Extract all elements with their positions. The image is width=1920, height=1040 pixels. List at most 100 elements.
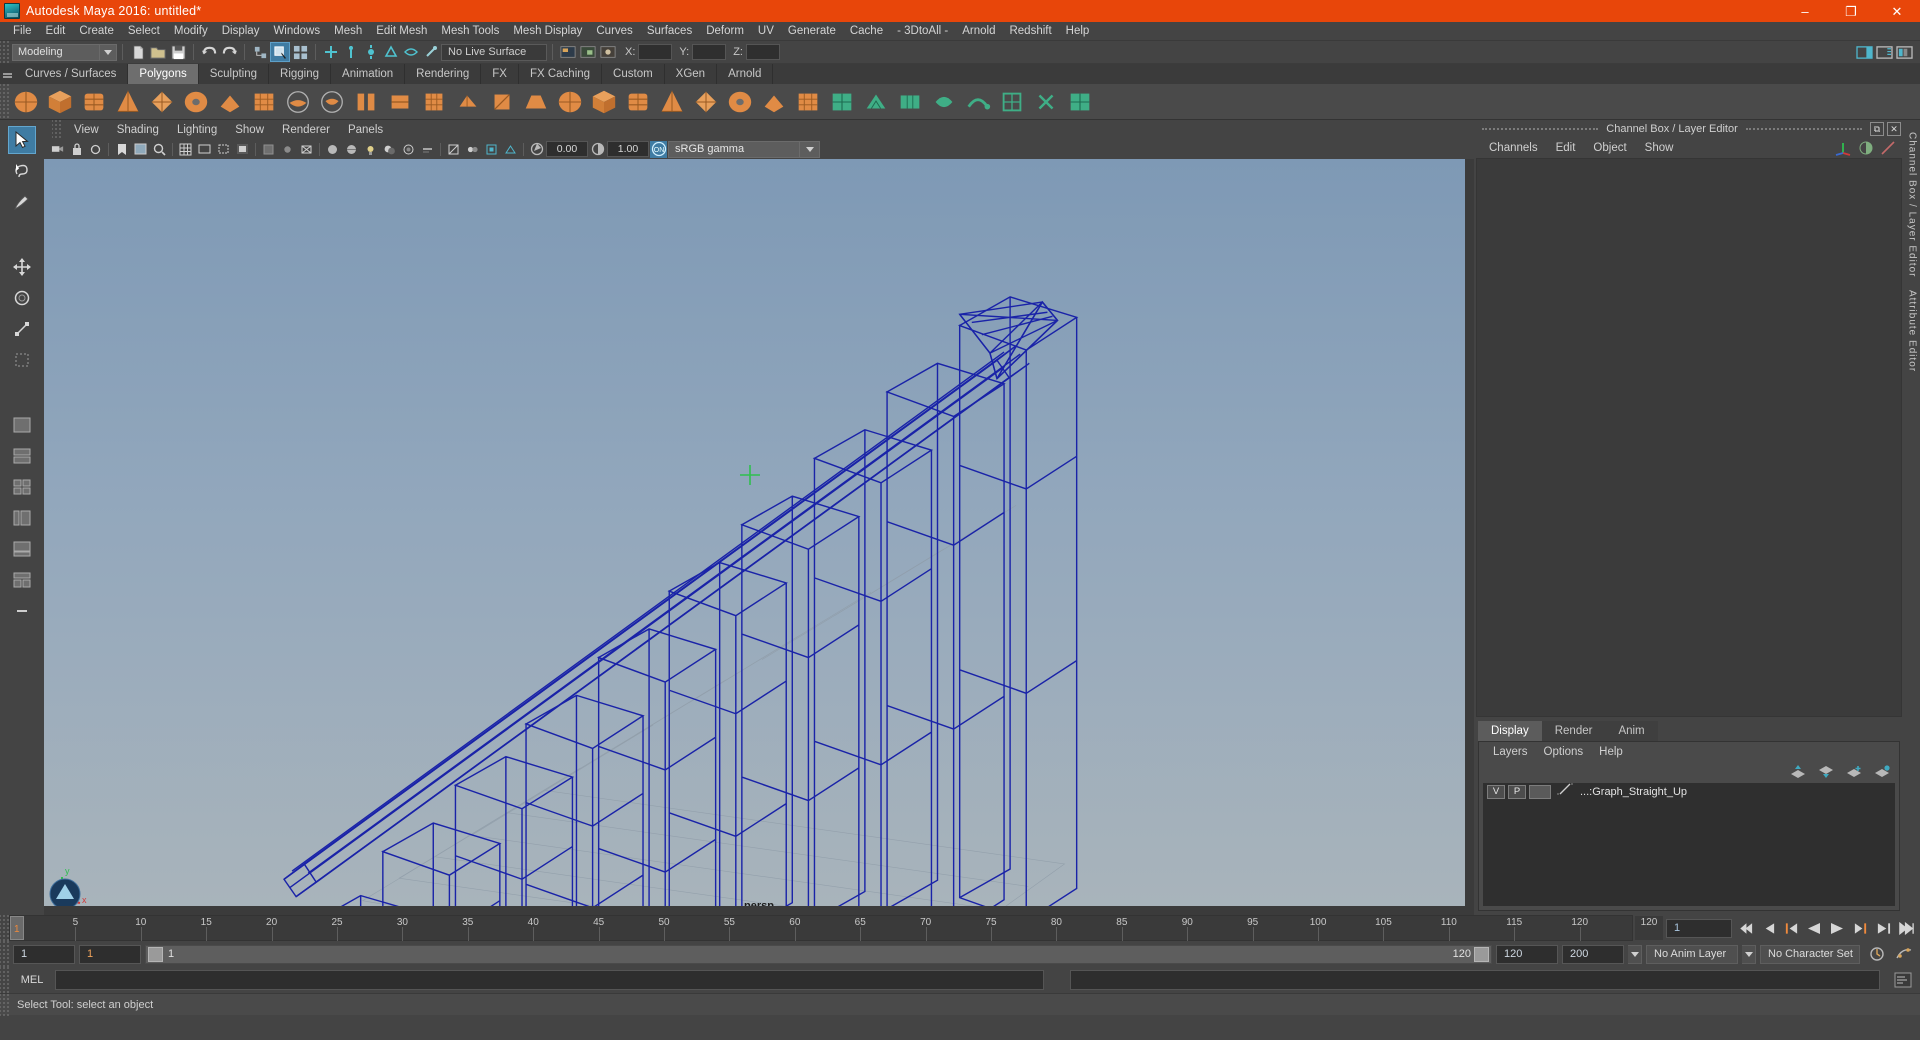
motion-blur-icon[interactable] <box>419 141 436 158</box>
current-frame-field[interactable]: 1 <box>1666 918 1732 938</box>
x-field[interactable] <box>638 44 673 60</box>
play-forwards-icon[interactable] <box>1827 918 1847 938</box>
channel-box-content[interactable] <box>1476 158 1902 717</box>
separate-icon[interactable] <box>385 87 415 117</box>
menu-item-uv[interactable]: UV <box>751 22 781 41</box>
boolean-union-icon[interactable] <box>283 87 313 117</box>
viewport-menu-grip[interactable] <box>52 120 61 139</box>
channelbox-menu-object[interactable]: Object <box>1584 142 1635 154</box>
smooth-shade-textured-icon[interactable] <box>343 141 360 158</box>
range-slider-grip[interactable] <box>0 941 9 967</box>
ipr-render-icon[interactable] <box>578 42 598 62</box>
depth-of-field-icon[interactable] <box>464 141 481 158</box>
menu-item-select[interactable]: Select <box>121 22 167 41</box>
poly-cylinder-icon[interactable] <box>79 87 109 117</box>
chevron-down-icon[interactable] <box>100 43 117 61</box>
anim-end-field[interactable]: 120 <box>1496 944 1558 964</box>
redo-icon[interactable] <box>219 42 239 62</box>
layer-list[interactable]: V P ...:Graph_Straight_Up <box>1483 783 1895 906</box>
move-layer-up-icon[interactable] <box>1789 765 1807 779</box>
layout-two-stacked-button[interactable] <box>8 442 36 470</box>
layout-single-button[interactable] <box>8 411 36 439</box>
maximize-button[interactable]: ❐ <box>1828 0 1874 22</box>
shelf-tab-fx[interactable]: FX <box>481 64 519 84</box>
color-management-toggle-icon[interactable]: ON <box>650 140 667 158</box>
layer-tab-anim[interactable]: Anim <box>1605 721 1658 741</box>
anim-start-field[interactable]: 1 <box>79 944 141 964</box>
snap-curve-icon[interactable] <box>341 42 361 62</box>
shelf-tab-arnold[interactable]: Arnold <box>717 64 774 84</box>
use-all-lights-icon[interactable] <box>362 141 379 158</box>
select-tool-button[interactable] <box>8 126 36 154</box>
shelf-tab-xgen[interactable]: XGen <box>665 64 718 84</box>
current-time-indicator[interactable]: 1 <box>10 916 24 940</box>
command-input[interactable] <box>55 970 1044 990</box>
menu-item-windows[interactable]: Windows <box>266 22 327 41</box>
poly-cube-icon[interactable] <box>45 87 75 117</box>
menu-item-create[interactable]: Create <box>72 22 121 41</box>
layer-menu-options[interactable]: Options <box>1536 746 1592 758</box>
menu-item-deform[interactable]: Deform <box>699 22 751 41</box>
range-handle-right[interactable] <box>1474 946 1489 962</box>
move-layer-down-icon[interactable] <box>1817 765 1835 779</box>
chevron-down-icon[interactable] <box>1628 944 1642 964</box>
character-set-select[interactable]: No Character Set <box>1760 944 1860 964</box>
step-back-key-icon[interactable] <box>1758 918 1778 938</box>
live-surface-field[interactable]: No Live Surface <box>441 43 547 61</box>
chevron-down-icon[interactable] <box>800 140 820 158</box>
shelf-tab-rendering[interactable]: Rendering <box>405 64 482 84</box>
menu-item-generate[interactable]: Generate <box>781 22 843 41</box>
select-hierarchy-icon[interactable] <box>250 42 270 62</box>
snap-projected-icon[interactable] <box>381 42 401 62</box>
shadows-icon[interactable] <box>381 141 398 158</box>
poke-icon[interactable] <box>623 87 653 117</box>
multisample-icon[interactable] <box>445 141 462 158</box>
range-start-field[interactable]: 1 <box>13 944 75 964</box>
side-tab-channel-box-layer-editor[interactable]: Channel Box / Layer Editor <box>1907 126 1918 284</box>
shading-toggle-icon[interactable] <box>1858 140 1874 156</box>
layer-type-icon[interactable] <box>1557 782 1573 801</box>
shelf-tab-curves-surfaces[interactable]: Curves / Surfaces <box>14 64 129 84</box>
channelbox-toggle-icon[interactable] <box>1894 42 1914 62</box>
open-scene-icon[interactable] <box>148 42 168 62</box>
insert-edge-loop-icon[interactable] <box>793 87 823 117</box>
paint-select-tool-button[interactable] <box>8 188 36 216</box>
poly-sphere-icon[interactable] <box>11 87 41 117</box>
poly-disc-icon[interactable] <box>215 87 245 117</box>
anim-layer-select[interactable]: No Anim Layer <box>1646 944 1738 964</box>
poly-cone-icon[interactable] <box>113 87 143 117</box>
snap-view-icon[interactable] <box>401 42 421 62</box>
axis-tripod-icon[interactable] <box>1834 139 1852 157</box>
uv-editor-icon[interactable] <box>997 87 1027 117</box>
delete-history-icon[interactable] <box>1065 87 1095 117</box>
soften-edge-icon[interactable] <box>827 87 857 117</box>
time-slider-grip[interactable] <box>0 915 9 941</box>
layer-row[interactable]: V P ...:Graph_Straight_Up <box>1483 783 1895 800</box>
new-layer-icon[interactable] <box>1845 765 1863 779</box>
range-handle-left[interactable] <box>148 946 163 962</box>
menu-item-edit[interactable]: Edit <box>39 22 73 41</box>
go-to-start-icon[interactable] <box>1735 918 1755 938</box>
exposure-field[interactable]: 0.00 <box>546 141 588 157</box>
channelbox-menu-show[interactable]: Show <box>1636 142 1683 154</box>
menu-item-surfaces[interactable]: Surfaces <box>640 22 699 41</box>
lasso-tool-button[interactable] <box>8 157 36 185</box>
layer-menu-layers[interactable]: Layers <box>1485 746 1536 758</box>
menu-item-curves[interactable]: Curves <box>589 22 639 41</box>
quadrangulate-icon[interactable] <box>929 87 959 117</box>
menu-item-display[interactable]: Display <box>215 22 267 41</box>
new-layer-from-selected-icon[interactable] <box>1873 765 1891 779</box>
color-management-select[interactable]: sRGB gamma <box>668 140 800 158</box>
animation-preferences-icon[interactable] <box>1894 945 1914 963</box>
step-forward-key-icon[interactable] <box>1873 918 1893 938</box>
poly-torus-icon[interactable] <box>147 87 177 117</box>
viewport-menu-shading[interactable]: Shading <box>108 124 168 136</box>
scale-tool-button[interactable] <box>8 315 36 343</box>
select-object-icon[interactable] <box>270 42 290 62</box>
channelbox-menu-channels[interactable]: Channels <box>1480 142 1547 154</box>
menu-item-3dtoall[interactable]: - 3DtoAll - <box>890 22 955 41</box>
viewport-menu-view[interactable]: View <box>65 124 108 136</box>
shelf-tab-fx-caching[interactable]: FX Caching <box>519 64 603 84</box>
menu-item-modify[interactable]: Modify <box>167 22 215 41</box>
camera-attributes-icon[interactable] <box>87 141 104 158</box>
